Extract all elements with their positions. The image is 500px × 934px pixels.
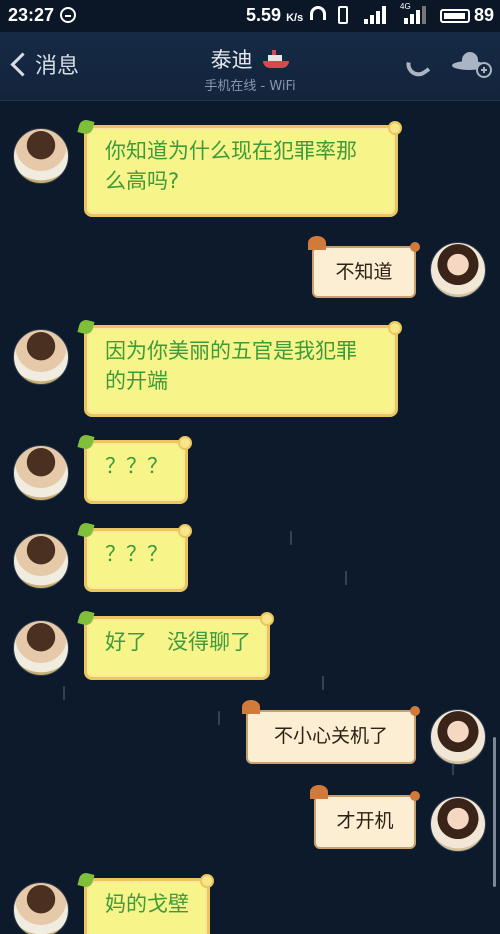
my-avatar[interactable] [430, 242, 486, 298]
status-time: 23:27 [8, 5, 55, 25]
ship-icon [263, 50, 290, 68]
network-speed: 5.59 K/s [246, 5, 303, 26]
message-bubble-incoming[interactable]: 你知道为什么现在犯罪率那么高吗? [84, 121, 402, 217]
rain-decoration [345, 571, 347, 585]
contact-avatar[interactable] [13, 329, 69, 385]
my-avatar[interactable] [430, 709, 486, 765]
rain-decoration [290, 531, 292, 545]
scrollbar[interactable] [493, 737, 496, 887]
rain-decoration [322, 676, 324, 690]
my-avatar[interactable] [430, 796, 486, 852]
rain-decoration [63, 686, 65, 700]
notification-icon [60, 7, 76, 23]
contact-avatar[interactable] [13, 882, 69, 934]
message-bubble-incoming[interactable]: 妈的戈壁 [84, 874, 214, 934]
message-bubble-incoming[interactable]: 好了 没得聊了 [84, 612, 274, 680]
speed-unit: K/s [286, 12, 304, 24]
battery-level: 89 [474, 5, 495, 25]
chat-area[interactable]: 你知道为什么现在犯罪率那么高吗? 不知道 因为你美丽的五官是我犯罪的开端 ？？？… [0, 101, 500, 934]
contact-avatar[interactable] [13, 620, 69, 676]
speed-value: 5.59 [246, 5, 282, 25]
battery-icon [440, 9, 470, 23]
rain-decoration [218, 711, 220, 725]
status-bar: 23:27 5.59 K/s 4G 89 [0, 0, 500, 32]
message-bubble-incoming[interactable]: ？？？ [84, 436, 192, 504]
message-bubble-outgoing[interactable]: 不小心关机了 [242, 700, 420, 764]
ufo-add-icon[interactable] [452, 52, 492, 78]
contact-avatar[interactable] [13, 128, 69, 184]
message-bubble-outgoing[interactable]: 才开机 [310, 785, 420, 849]
signal-4g-icon: 4G [400, 2, 426, 24]
contact-avatar[interactable] [13, 533, 69, 589]
chat-header: 消息 泰迪 手机在线 - WiFi [0, 32, 500, 101]
message-bubble-incoming[interactable]: 因为你美丽的五官是我犯罪的开端 [84, 321, 402, 417]
phone-icon[interactable] [404, 52, 430, 80]
signal-icon [364, 6, 390, 24]
message-bubble-outgoing[interactable]: 不知道 [308, 236, 420, 298]
contact-avatar[interactable] [13, 445, 69, 501]
headphone-icon [310, 6, 326, 20]
contact-name-text: 泰迪 [210, 48, 253, 72]
message-bubble-incoming[interactable]: ？？？ [84, 524, 192, 592]
vibrate-icon [338, 6, 348, 24]
